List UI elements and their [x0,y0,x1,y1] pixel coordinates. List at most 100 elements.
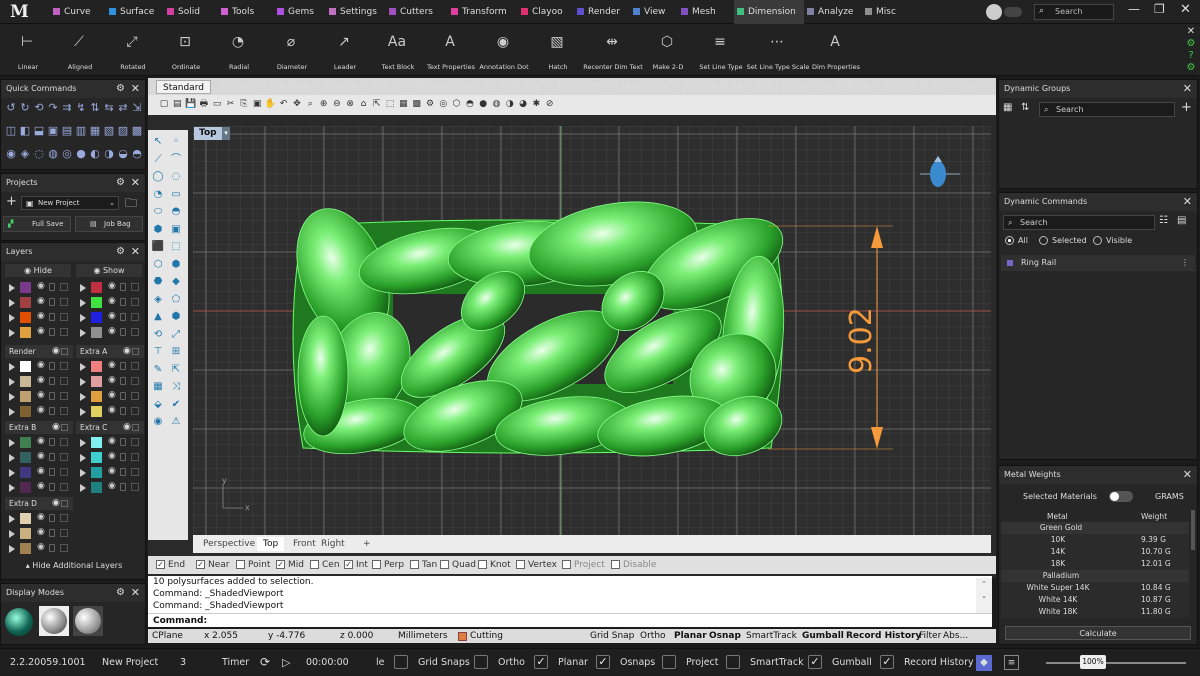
toggle-ortho-label[interactable]: Ortho [498,649,525,676]
layer-row[interactable]: ◉ [76,281,144,294]
expand-icon[interactable] [9,408,15,416]
rhino-icon[interactable]: ◆ [976,655,992,671]
eye-icon[interactable]: ◉ [52,421,60,434]
toggle-osnaps-label[interactable]: Osnaps [620,649,655,676]
ungroup-icon[interactable]: ▣ [46,124,60,138]
radio-button[interactable] [1039,236,1048,245]
layer-row[interactable]: ◉ [76,466,144,479]
side-tool-icon[interactable]: ✎ [151,363,165,377]
osnap-near[interactable]: ✓ Near [196,559,230,571]
group-checkbox[interactable] [61,500,68,507]
menu-tab-settings[interactable]: Settings [326,0,386,24]
play-icon[interactable]: ▷ [282,649,290,676]
expand-icon[interactable] [9,314,15,322]
eye-icon[interactable]: ◉ [37,481,45,491]
menu-tab-misc[interactable]: Misc [862,0,910,24]
toolbar-tab-curve-tools[interactable]: Curve Tools [610,80,674,94]
toggle-grid-snaps-checkbox[interactable] [394,655,408,669]
side-tool-icon[interactable]: ⬚ [169,240,183,254]
menu-tab-gems[interactable]: Gems [274,0,326,24]
layer-row[interactable]: ◉ [5,281,73,294]
layer-row[interactable]: ◉ [5,451,73,464]
scale-icon[interactable]: ⇲ [130,101,144,115]
expand-icon[interactable] [9,329,15,337]
layer-checkbox[interactable] [60,407,68,415]
toggle-grid-snaps-label[interactable]: Grid Snaps [418,649,470,676]
expand-icon[interactable] [80,439,86,447]
lock-icon[interactable] [120,453,126,461]
chain-ring-model[interactable] [280,190,797,466]
layer-checkbox[interactable] [60,298,68,306]
expand-icon[interactable] [9,469,15,477]
layer-checkbox[interactable] [131,283,139,291]
side-tool-icon[interactable]: ⟋ [151,153,165,167]
toolbar-tab-dra[interactable]: Dra [954,80,982,94]
layer-row[interactable]: ◉ [76,436,144,449]
standard-tool-icon[interactable]: ⌕ [304,98,316,110]
osnap-cen[interactable]: Cen [310,559,340,571]
status-toggle-ortho[interactable]: Ortho [640,629,666,643]
layer-row[interactable]: ◉ [76,390,144,403]
toggle-planar-checkbox[interactable]: ✓ [534,655,548,669]
group-checkbox[interactable] [61,424,68,431]
radio-button[interactable] [1005,236,1014,245]
layer-row[interactable]: ◉ [5,542,73,555]
group-icon[interactable]: ⬓ [32,124,46,138]
layer-row[interactable]: ◉ [5,481,73,494]
layer-checkbox[interactable] [60,453,68,461]
eye-icon[interactable]: ◉ [108,281,116,291]
eye-icon[interactable]: ◉ [108,311,116,321]
quarter-icon[interactable]: ◑ [102,147,116,161]
selected-materials-toggle[interactable] [1109,491,1133,502]
union-icon[interactable]: ▥ [74,124,88,138]
checkbox[interactable] [611,560,620,569]
eye-icon[interactable]: ◉ [37,296,45,306]
eye-icon[interactable]: ◉ [37,542,45,552]
list-icon[interactable]: ≡ [1004,655,1019,670]
layer-row[interactable]: ◉ [76,405,144,418]
dynamic-groups-search[interactable]: ⌕ Search [1039,102,1175,117]
array-icon[interactable]: ⇉ [60,101,74,115]
copy-icon[interactable]: ⇄ [116,101,130,115]
list-item[interactable]: Ring Rail ⋮ [1001,255,1195,271]
layer-checkbox[interactable] [60,283,68,291]
ring-icon[interactable]: ◌ [32,147,46,161]
layer-row[interactable]: ◉ [5,326,73,339]
standard-tool-icon[interactable]: ▩ [411,98,423,110]
gem-icon[interactable]: ◈ [18,147,32,161]
dim-properties-button[interactable]: A Dim Properties [808,26,864,74]
layer-color-swatch[interactable] [20,482,31,493]
standard-tool-icon[interactable]: ▢ [158,98,170,110]
menu-tab-render[interactable]: Render [574,0,630,24]
boolean-icon[interactable]: ▤ [60,124,74,138]
expand-icon[interactable] [9,393,15,401]
expand-icon[interactable] [80,363,86,371]
list-view-icon[interactable]: ▦ [1003,102,1012,113]
toggle-record-history-label[interactable]: Record History [904,649,974,676]
side-tool-icon[interactable]: ⬣ [151,275,165,289]
lock-icon[interactable] [49,313,55,321]
set-line-type-scale-button[interactable]: ⋯ Set Line Type Scale [747,26,810,74]
checkbox[interactable]: ✓ [196,560,205,569]
expand-icon[interactable] [80,378,86,386]
dynamic-commands-search[interactable]: ⌕ Search [1003,215,1155,230]
layer-row[interactable]: ◉ [5,311,73,324]
side-tool-icon[interactable]: ⬠ [169,293,183,307]
status-toggle-osnap[interactable]: Osnap [709,629,741,643]
lock-icon[interactable] [120,362,126,370]
layer-color-swatch[interactable] [91,391,102,402]
toggle-osnaps-checkbox[interactable]: ✓ [596,655,610,669]
redo-icon[interactable]: ↻ [18,101,32,115]
rendered-mode-sphere[interactable] [5,608,33,636]
status-toggle-record-history[interactable]: Record History [846,629,921,643]
standard-tool-icon[interactable]: ✥ [291,98,303,110]
lock-icon[interactable] [49,407,55,415]
layer-row[interactable]: ◉ [76,375,144,388]
top-viewport[interactable]: 9.02 y x Top ▾ [193,126,991,536]
eye-icon[interactable]: ◉ [52,345,60,358]
expand-icon[interactable] [9,454,15,462]
zoom-slider-track[interactable] [1046,662,1186,664]
lock-icon[interactable] [49,362,55,370]
layer-row[interactable]: ◉ [76,451,144,464]
add-group-icon[interactable]: + [1181,100,1192,115]
